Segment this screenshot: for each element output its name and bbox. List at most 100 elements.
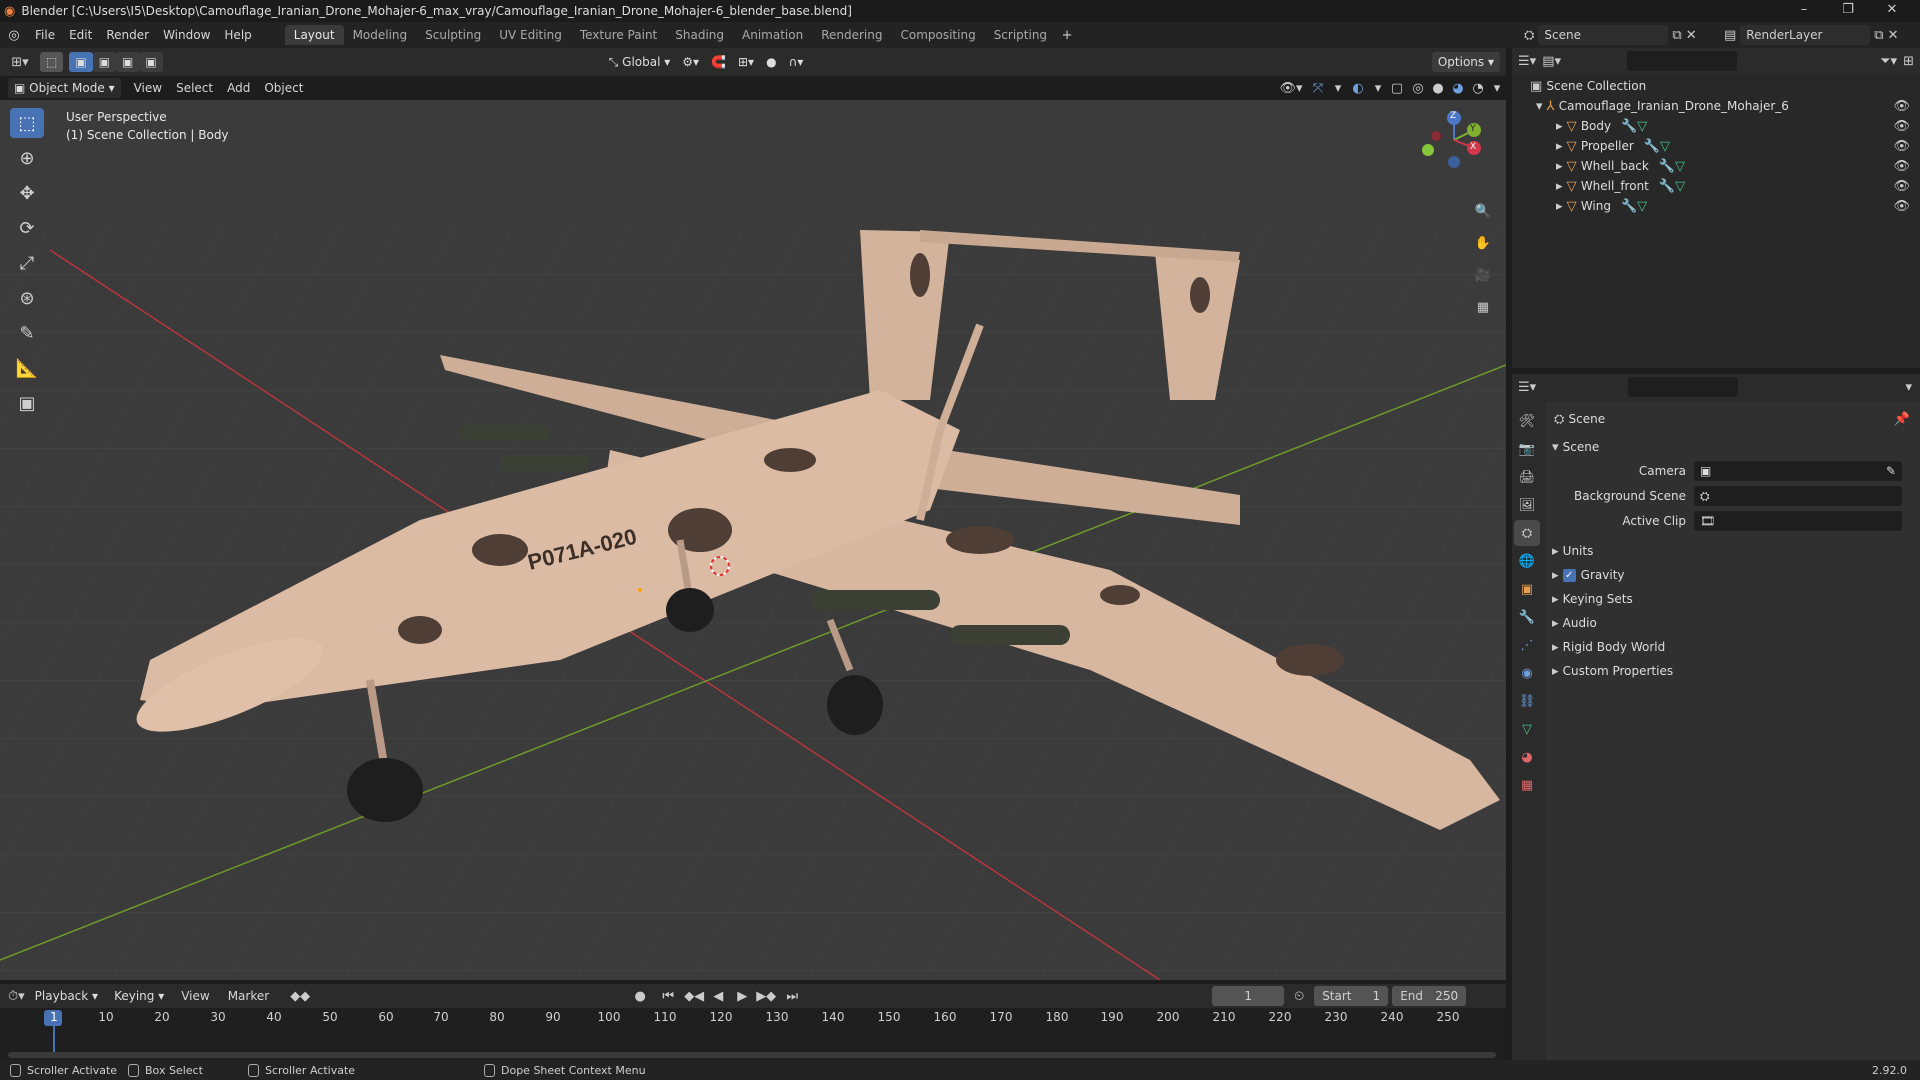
tab-texture-paint[interactable]: Texture Paint xyxy=(571,25,666,45)
menu-view[interactable]: View xyxy=(127,81,169,95)
eye-icon[interactable]: 👁 xyxy=(1893,139,1910,154)
gizmo-toggle-icon[interactable]: ⤧ xyxy=(1306,81,1330,96)
data-tab-icon[interactable]: ▽ xyxy=(1514,716,1540,742)
proportional-edit-icon[interactable]: ● xyxy=(760,52,783,72)
menu-select[interactable]: Select xyxy=(169,81,220,95)
rigid-body-world-panel[interactable]: ▸ Rigid Body World xyxy=(1552,636,1912,658)
select-mode-subtract-icon[interactable]: ▣ xyxy=(116,52,140,72)
modifier-icon[interactable]: 🔧 xyxy=(1621,119,1637,134)
copy-scene-icon[interactable]: ⧉ xyxy=(1672,28,1681,43)
outliner-item-propeller[interactable]: ▸ ▽ Propeller 🔧 ▽ 👁 xyxy=(1512,136,1920,156)
blender-menu-icon[interactable]: ◎ xyxy=(0,28,28,43)
modifier-icon[interactable]: 🔧 xyxy=(1644,139,1660,154)
material-shading-icon[interactable]: ◕ xyxy=(1448,81,1468,96)
output-tab-icon[interactable]: 🖨 xyxy=(1514,464,1540,490)
measure-tool-icon[interactable]: 📐 xyxy=(10,353,44,383)
xray-icon[interactable]: ▢ xyxy=(1386,81,1408,96)
eye-icon[interactable]: 👁 xyxy=(1893,99,1910,114)
mode-dropdown[interactable]: ▣ Object Mode ▾ xyxy=(8,78,121,98)
timeline-view-menu[interactable]: View xyxy=(174,989,216,1003)
play-icon[interactable]: ▶ xyxy=(732,989,752,1004)
outliner-item-body[interactable]: ▸ ▽ Body 🔧 ▽ 👁 xyxy=(1512,116,1920,136)
menu-add[interactable]: Add xyxy=(220,81,257,95)
playback-menu[interactable]: Playback ▾ xyxy=(28,986,105,1006)
snap-icon[interactable]: 🧲 xyxy=(705,52,732,72)
new-collection-icon[interactable]: ⊞ xyxy=(1903,54,1914,69)
keying-sets-panel[interactable]: ▸ Keying Sets xyxy=(1552,588,1912,610)
world-tab-icon[interactable]: 🌐 xyxy=(1514,548,1540,574)
navigation-gizmo[interactable]: Z Y X xyxy=(1418,110,1498,180)
filter-icon[interactable]: ⏷▾ xyxy=(1880,54,1897,69)
jump-end-icon[interactable]: ⏭ xyxy=(780,989,804,1004)
menu-file[interactable]: File xyxy=(28,28,62,42)
annotate-tool-icon[interactable]: ✎ xyxy=(10,318,44,348)
solid-shading-icon[interactable]: ● xyxy=(1428,81,1448,96)
view-layer-field[interactable]: RenderLayer xyxy=(1740,25,1871,45)
close-button[interactable]: ✕ xyxy=(1870,0,1914,22)
select-mode-extend-icon[interactable]: ▣ xyxy=(92,52,117,72)
tab-compositing[interactable]: Compositing xyxy=(891,25,984,45)
select-mode-invert-icon[interactable]: ▣ xyxy=(139,52,163,72)
eye-icon[interactable]: 👁 xyxy=(1893,119,1910,134)
audio-panel[interactable]: ▸ Audio xyxy=(1552,612,1912,634)
menu-help[interactable]: Help xyxy=(217,28,258,42)
scene-panel-header[interactable]: ▾ Scene xyxy=(1552,436,1912,458)
gizmo-dropdown-icon[interactable]: ▾ xyxy=(1330,81,1346,96)
mesh-data-icon[interactable]: ▽ xyxy=(1637,119,1647,134)
outliner-item-whell-back[interactable]: ▸ ▽ Whell_back 🔧 ▽ 👁 xyxy=(1512,156,1920,176)
tab-animation[interactable]: Animation xyxy=(733,25,812,45)
pivot-point-icon[interactable]: ⚙▾ xyxy=(676,52,706,72)
eye-icon[interactable]: 👁 xyxy=(1893,199,1910,214)
modifier-icon[interactable]: 🔧 xyxy=(1659,179,1675,194)
physics-tab-icon[interactable]: ◉ xyxy=(1514,660,1540,686)
tab-rendering[interactable]: Rendering xyxy=(812,25,891,45)
tab-layout[interactable]: Layout xyxy=(284,25,344,45)
mesh-data-icon[interactable]: ▽ xyxy=(1660,139,1670,154)
tab-modeling[interactable]: Modeling xyxy=(344,25,417,45)
modifier-tab-icon[interactable]: 🔧 xyxy=(1514,604,1540,630)
current-frame-field[interactable]: 1 xyxy=(1212,986,1285,1006)
scene-collection-row[interactable]: ▣ Scene Collection xyxy=(1512,76,1920,96)
properties-search-input[interactable] xyxy=(1628,377,1739,397)
mesh-data-icon[interactable]: ▽ xyxy=(1637,199,1647,214)
eye-icon[interactable]: 👁 xyxy=(1893,159,1910,174)
view-layer-tab-icon[interactable]: 🖼 xyxy=(1514,492,1540,518)
minimize-button[interactable]: – xyxy=(1782,0,1826,22)
tab-scripting[interactable]: Scripting xyxy=(985,25,1056,45)
marker-menu[interactable]: Marker xyxy=(221,989,276,1003)
remove-layer-icon[interactable]: ✕ xyxy=(1888,28,1899,43)
mesh-data-icon[interactable]: ▽ xyxy=(1675,159,1685,174)
play-reverse-icon[interactable]: ◀ xyxy=(708,989,728,1004)
menu-render[interactable]: Render xyxy=(99,28,156,42)
scene-name-field[interactable]: Scene xyxy=(1538,25,1669,45)
background-scene-field[interactable]: ⛭ xyxy=(1694,486,1902,506)
display-mode-icon[interactable]: ▤▾ xyxy=(1542,54,1561,69)
eyedropper-icon[interactable]: ✎ xyxy=(1886,464,1896,478)
editor-type-icon[interactable]: ⊞▾ xyxy=(0,55,40,70)
keying-menu[interactable]: Keying ▾ xyxy=(108,986,171,1006)
render-tab-icon[interactable]: 📷 xyxy=(1514,436,1540,462)
maximize-button[interactable]: ❐ xyxy=(1826,0,1870,22)
collection-row[interactable]: ▾ ⅄ Camouflage_Iranian_Drone_Mohajer_6 👁 xyxy=(1512,96,1920,116)
keyframe-icons[interactable]: ◆◆ xyxy=(280,989,320,1004)
prev-keyframe-icon[interactable]: ◆◀ xyxy=(684,989,704,1004)
timeline-editor-icon[interactable]: ⏱▾ xyxy=(8,989,25,1004)
copy-layer-icon[interactable]: ⧉ xyxy=(1874,28,1883,43)
tab-uv-editing[interactable]: UV Editing xyxy=(490,25,571,45)
menu-window[interactable]: Window xyxy=(156,28,217,42)
overlay-dropdown-icon[interactable]: ▾ xyxy=(1370,81,1386,96)
expand-arrow-icon[interactable]: ▸ xyxy=(1556,179,1567,194)
pin-icon[interactable]: 📌 xyxy=(1894,412,1910,427)
particles-tab-icon[interactable]: ⋰ xyxy=(1514,632,1540,658)
add-cube-tool-icon[interactable]: ▣ xyxy=(10,388,44,418)
select-tool-icon[interactable]: ⬚ xyxy=(40,52,64,72)
add-workspace-icon[interactable]: + xyxy=(1056,28,1078,43)
overlay-toggle-icon[interactable]: ◐ xyxy=(1346,81,1370,96)
tab-shading[interactable]: Shading xyxy=(666,25,733,45)
3d-viewport[interactable]: P071A-020 User Perspective (1) Scene Col… xyxy=(0,100,1506,980)
properties-editor-icon[interactable]: ☰▾ xyxy=(1518,380,1536,395)
pan-hand-icon[interactable]: ✋ xyxy=(1470,230,1496,256)
modifier-icon[interactable]: 🔧 xyxy=(1659,159,1675,174)
tab-sculpting[interactable]: Sculpting xyxy=(416,25,490,45)
jump-start-icon[interactable]: ⏮ xyxy=(656,989,680,1004)
